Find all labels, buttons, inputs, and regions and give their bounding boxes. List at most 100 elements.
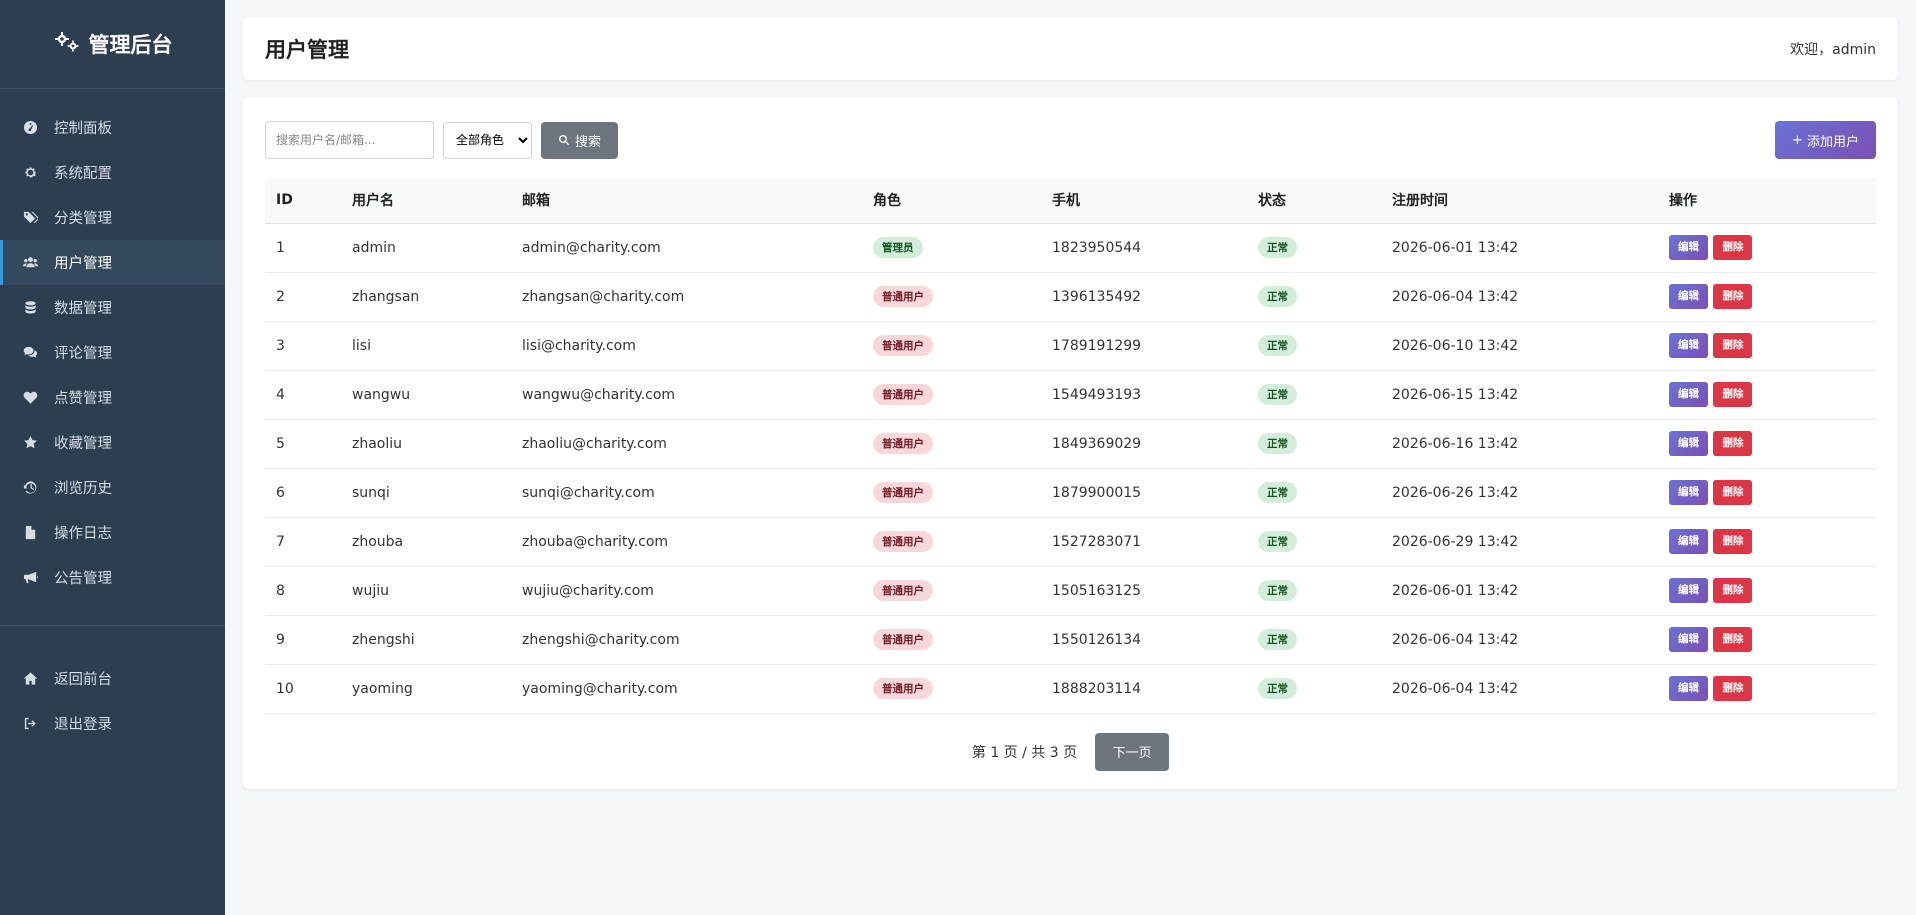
sidebar-item-users[interactable]: 用户管理 xyxy=(0,240,225,285)
add-user-button[interactable]: + 添加用户 xyxy=(1775,121,1876,159)
sidebar-item-label: 点赞管理 xyxy=(54,391,112,407)
edit-button[interactable]: 编辑 xyxy=(1669,480,1708,505)
cell-id: 2 xyxy=(265,272,341,322)
cell-phone: 1396135492 xyxy=(1041,272,1247,322)
sidebar-item-label: 收藏管理 xyxy=(54,436,112,452)
sidebar-item-label: 公告管理 xyxy=(54,571,112,587)
database-icon xyxy=(22,300,38,316)
sidebar-item-favorites[interactable]: 收藏管理 xyxy=(0,420,225,465)
search-input[interactable] xyxy=(265,121,434,159)
delete-button[interactable]: 删除 xyxy=(1713,284,1753,309)
sidebar-item-comments[interactable]: 评论管理 xyxy=(0,330,225,375)
cell-id: 7 xyxy=(265,517,341,567)
sidebar-item-history[interactable]: 浏览历史 xyxy=(0,465,225,510)
role-select[interactable]: 全部角色 xyxy=(443,121,532,159)
plus-icon: + xyxy=(1792,132,1803,148)
cell-role: 普通用户 xyxy=(862,468,1041,518)
delete-button[interactable]: 删除 xyxy=(1713,431,1753,456)
delete-button[interactable]: 删除 xyxy=(1713,676,1753,701)
cell-email: zhangsan@charity.com xyxy=(511,272,862,322)
status-badge: 正常 xyxy=(1258,678,1297,699)
cell-id: 6 xyxy=(265,468,341,518)
page-header: 用户管理 欢迎，admin xyxy=(243,17,1898,80)
edit-button[interactable]: 编辑 xyxy=(1669,578,1708,603)
sidebar-item-announcements[interactable]: 公告管理 xyxy=(0,555,225,600)
delete-button[interactable]: 删除 xyxy=(1713,333,1753,358)
sidebar-item-label: 返回前台 xyxy=(54,672,112,688)
delete-button[interactable]: 删除 xyxy=(1713,235,1753,260)
delete-button[interactable]: 删除 xyxy=(1713,382,1753,407)
cell-role: 普通用户 xyxy=(862,370,1041,420)
cell-actions: 编辑 删除 xyxy=(1658,272,1876,322)
cell-id: 8 xyxy=(265,566,341,616)
delete-button[interactable]: 删除 xyxy=(1713,529,1753,554)
column-header-phone: 手机 xyxy=(1041,178,1247,224)
sign-out-icon xyxy=(22,716,38,732)
cell-id: 10 xyxy=(265,664,341,714)
history-icon xyxy=(22,480,38,496)
column-header-username: 用户名 xyxy=(341,178,511,224)
edit-button[interactable]: 编辑 xyxy=(1669,431,1708,456)
users-card: 全部角色 搜索 + 添加用户 ID 用户名 邮箱 角色 手机 状态 注册时间 操… xyxy=(243,97,1898,789)
sidebar-item-label: 分类管理 xyxy=(54,211,112,227)
cell-actions: 编辑 删除 xyxy=(1658,370,1876,420)
brand-title: 管理后台 xyxy=(88,33,173,57)
cell-actions: 编辑 删除 xyxy=(1658,321,1876,371)
sidebar-item-categories[interactable]: 分类管理 xyxy=(0,195,225,240)
table-row: 9 zhengshi zhengshi@charity.com 普通用户 1550126… xyxy=(265,615,1876,665)
cell-role: 普通用户 xyxy=(862,321,1041,371)
cell-actions: 编辑 删除 xyxy=(1658,419,1876,469)
cell-created: 2026-06-16 13:42 xyxy=(1381,419,1658,469)
pagination: 第 1 页 / 共 3 页 下一页 xyxy=(265,732,1876,771)
search-button[interactable]: 搜索 xyxy=(541,121,618,159)
cell-status: 正常 xyxy=(1247,566,1381,616)
edit-button[interactable]: 编辑 xyxy=(1669,382,1708,407)
cell-email: wangwu@charity.com xyxy=(511,370,862,420)
edit-button[interactable]: 编辑 xyxy=(1669,333,1708,358)
sidebar: 管理后台 控制面板 系统配置 分类管理 用户管理 数据管理 评论管理 点赞管理 … xyxy=(0,0,225,915)
cell-actions: 编辑 删除 xyxy=(1658,664,1876,714)
sidebar-item-system-config[interactable]: 系统配置 xyxy=(0,150,225,195)
home-icon xyxy=(22,671,38,687)
cell-role: 普通用户 xyxy=(862,664,1041,714)
edit-button[interactable]: 编辑 xyxy=(1669,676,1708,701)
sidebar-item-logs[interactable]: 操作日志 xyxy=(0,510,225,555)
sidebar-item-dashboard[interactable]: 控制面板 xyxy=(0,105,225,150)
role-badge: 普通用户 xyxy=(873,678,933,699)
sidebar-divider xyxy=(0,625,225,626)
delete-button[interactable]: 删除 xyxy=(1713,480,1753,505)
sidebar-item-data[interactable]: 数据管理 xyxy=(0,285,225,330)
sidebar-item-likes[interactable]: 点赞管理 xyxy=(0,375,225,420)
cell-username: admin xyxy=(341,223,511,273)
sidebar-item-label: 控制面板 xyxy=(54,121,112,137)
sidebar-nav: 控制面板 系统配置 分类管理 用户管理 数据管理 评论管理 点赞管理 收藏管理 xyxy=(0,89,225,746)
sidebar-item-logout[interactable]: 退出登录 xyxy=(0,701,225,746)
status-badge: 正常 xyxy=(1258,286,1297,307)
role-badge: 普通用户 xyxy=(873,482,933,503)
cell-email: zhengshi@charity.com xyxy=(511,615,862,665)
search-button-label: 搜索 xyxy=(574,134,601,150)
cell-id: 9 xyxy=(265,615,341,665)
status-badge: 正常 xyxy=(1258,629,1297,650)
table-row: 7 zhouba zhouba@charity.com 普通用户 1527283071 正… xyxy=(265,517,1876,567)
cell-created: 2026-06-01 13:42 xyxy=(1381,223,1658,273)
column-header-created: 注册时间 xyxy=(1381,178,1658,224)
edit-button[interactable]: 编辑 xyxy=(1669,529,1708,554)
delete-button[interactable]: 删除 xyxy=(1713,578,1753,603)
status-badge: 正常 xyxy=(1258,237,1297,258)
sidebar-item-label: 系统配置 xyxy=(54,166,112,182)
edit-button[interactable]: 编辑 xyxy=(1669,235,1708,260)
cell-email: sunqi@charity.com xyxy=(511,468,862,518)
table-row: 5 zhaoliu zhaoliu@charity.com 普通用户 184936902… xyxy=(265,419,1876,469)
sidebar-item-back-to-site[interactable]: 返回前台 xyxy=(0,656,225,701)
delete-button[interactable]: 删除 xyxy=(1713,627,1753,652)
cell-email: zhaoliu@charity.com xyxy=(511,419,862,469)
next-page-button[interactable]: 下一页 xyxy=(1095,732,1170,771)
cell-username: zhengshi xyxy=(341,615,511,665)
role-badge: 管理员 xyxy=(873,237,923,258)
cell-role: 普通用户 xyxy=(862,419,1041,469)
edit-button[interactable]: 编辑 xyxy=(1669,627,1708,652)
gear-icon xyxy=(22,165,38,181)
sidebar-item-label: 数据管理 xyxy=(54,301,112,317)
edit-button[interactable]: 编辑 xyxy=(1669,284,1708,309)
